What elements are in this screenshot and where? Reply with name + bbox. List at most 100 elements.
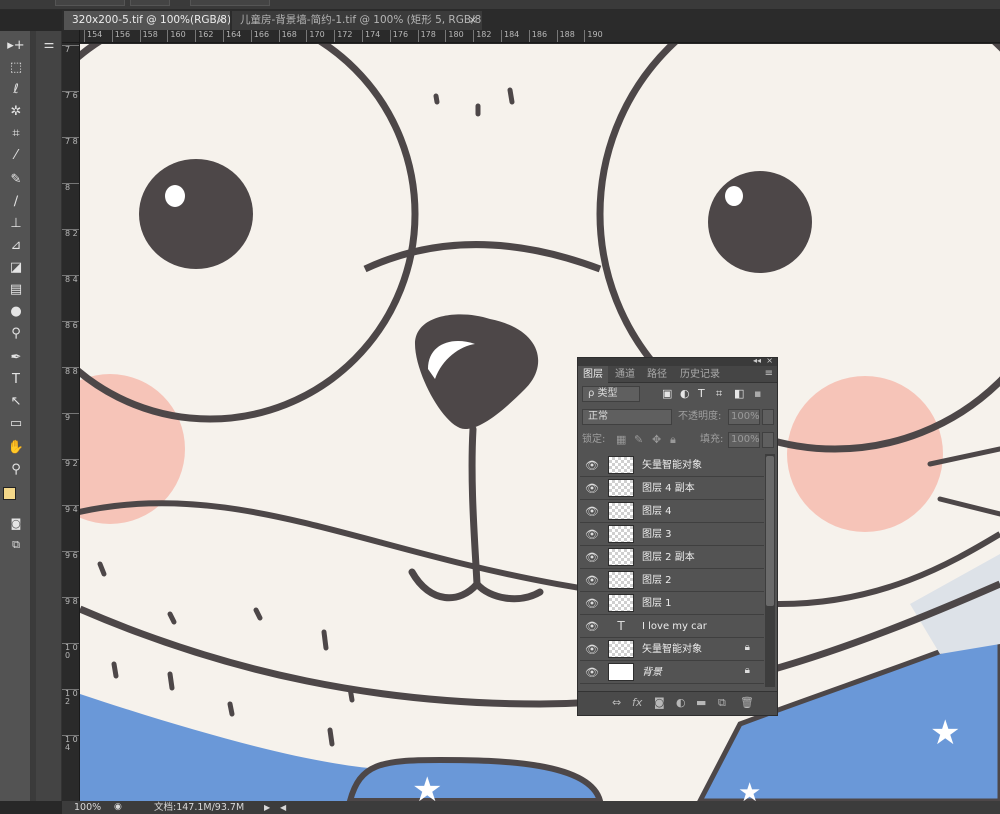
filter-adjustment-icon[interactable]: ◐: [680, 387, 690, 400]
layer-row[interactable]: 👁︎ 图层 4 副本: [580, 477, 764, 500]
hand-icon[interactable]: ✋: [3, 437, 29, 457]
folder-icon[interactable]: ▬: [696, 696, 706, 709]
visibility-eye-icon[interactable]: 👁︎: [585, 528, 599, 541]
scarf-star: ★: [412, 770, 442, 801]
status-arrow-icon[interactable]: ▶: [264, 801, 270, 814]
adjustment-icon[interactable]: ◐: [676, 696, 686, 709]
screen-mode-icon[interactable]: ⧉: [3, 535, 29, 555]
blend-mode-select[interactable]: 正常: [582, 409, 672, 425]
magic-wand-icon[interactable]: ✲: [3, 101, 29, 121]
close-icon[interactable]: ×: [766, 356, 773, 365]
ruler-tick-label: 172: [334, 30, 352, 42]
zoom-icon[interactable]: ⚲: [3, 459, 29, 479]
path-select-icon[interactable]: ↖: [3, 391, 29, 411]
tab-paths[interactable]: 路径: [642, 366, 672, 383]
link-icon[interactable]: ⇔: [612, 696, 621, 709]
scrollbar-thumb[interactable]: [766, 456, 774, 606]
visibility-eye-icon[interactable]: 👁︎: [585, 459, 599, 472]
move-icon[interactable]: ▸+: [3, 35, 29, 55]
pen-icon[interactable]: ✒: [3, 347, 29, 367]
ruler-origin[interactable]: [62, 30, 80, 43]
new-layer-icon[interactable]: ⧉: [718, 696, 726, 710]
opacity-dropdown-icon[interactable]: [762, 409, 774, 425]
opacity-label: 不透明度:: [678, 411, 722, 422]
layer-row[interactable]: 👁︎ 矢量智能对象 🔒︎: [580, 638, 764, 661]
blur-icon[interactable]: ●: [3, 301, 29, 321]
panel-menu-icon[interactable]: ≡: [765, 368, 773, 379]
tab-document-2[interactable]: 儿童房-背景墙-简约-1.tif @ 100% (矩形 5, RGB/8) * …: [232, 11, 482, 30]
trash-icon[interactable]: 🗑︎: [740, 696, 754, 709]
document-canvas[interactable]: ★ ★ ★: [80, 44, 1000, 801]
options-dropdown[interactable]: [55, 0, 125, 6]
tab-layers[interactable]: 图层: [578, 366, 608, 383]
layer-row[interactable]: 👁︎ 图层 1: [580, 592, 764, 615]
layer-row[interactable]: 👁︎ 图层 2: [580, 569, 764, 592]
visibility-eye-icon[interactable]: 👁︎: [585, 666, 599, 679]
close-icon[interactable]: ×: [217, 11, 225, 30]
dodge-icon[interactable]: ⚲: [3, 323, 29, 343]
filter-image-icon[interactable]: ▣: [662, 387, 672, 400]
horizontal-ruler[interactable]: 154 156 158 160 162 164 166 168 170 172 174 176 178 1…: [80, 30, 1000, 43]
layer-row[interactable]: 👁︎ 图层 2 副本: [580, 546, 764, 569]
quick-mask-icon[interactable]: ◙: [3, 513, 29, 533]
layer-row[interactable]: 👁︎ 背景 🔒︎: [580, 661, 764, 684]
clone-stamp-icon[interactable]: ⊥: [3, 213, 29, 233]
visibility-eye-icon[interactable]: 👁︎: [585, 597, 599, 610]
lock-pixels-icon[interactable]: ✎: [634, 433, 643, 446]
healing-brush-icon[interactable]: ✎: [3, 169, 29, 189]
panel-footer: ⇔ fx ◙ ◐ ▬ ⧉ 🗑︎: [578, 691, 777, 715]
opacity-field[interactable]: 100%: [728, 409, 760, 425]
visibility-eye-icon[interactable]: 👁︎: [585, 574, 599, 587]
fill-dropdown-icon[interactable]: [762, 432, 774, 448]
lock-position-icon[interactable]: ✥: [652, 433, 661, 446]
status-menu-icon[interactable]: ◉: [114, 801, 122, 814]
brush-icon[interactable]: ∕: [3, 191, 29, 211]
lasso-icon[interactable]: ℓ: [3, 79, 29, 99]
properties-icon[interactable]: ⚌: [39, 35, 59, 53]
fx-icon[interactable]: fx: [632, 696, 642, 709]
options-checkbox[interactable]: [190, 0, 270, 6]
options-bar: [0, 0, 1000, 10]
ruler-tick-label: 8 8: [62, 367, 79, 376]
filter-smart-object-icon[interactable]: ◧: [734, 387, 744, 400]
eyedropper-icon[interactable]: ⁄: [3, 145, 29, 165]
lock-all-icon[interactable]: 🔒︎: [670, 433, 676, 447]
visibility-eye-icon[interactable]: 👁︎: [585, 620, 599, 633]
blend-mode-value: 正常: [588, 411, 608, 422]
vertical-ruler[interactable]: 7 7 6 7 8 8 8 2 8 4 8 6 8 8 9 9 2 9 4 9 6 9 8 1 0 0 1 …: [62, 43, 80, 801]
shape-icon[interactable]: ▭: [3, 413, 29, 433]
mask-icon[interactable]: ◙: [654, 696, 665, 709]
close-icon[interactable]: ×: [469, 11, 477, 30]
options-dropdown[interactable]: [130, 0, 170, 6]
layer-list-scrollbar[interactable]: [765, 454, 775, 687]
tab-document-1[interactable]: 320x200-5.tif @ 100%(RGB/8) ×: [64, 11, 230, 30]
gradient-icon[interactable]: ▤: [3, 279, 29, 299]
tab-channels[interactable]: 通道: [610, 366, 640, 383]
collapse-icon[interactable]: ◂◂: [753, 356, 761, 365]
eraser-icon[interactable]: ◪: [3, 257, 29, 277]
filter-type-icon[interactable]: T: [698, 387, 705, 400]
marquee-icon[interactable]: ⬚: [3, 57, 29, 77]
history-brush-icon[interactable]: ⊿: [3, 235, 29, 255]
layer-row[interactable]: 👁︎ 图层 4: [580, 500, 764, 523]
type-icon[interactable]: T: [3, 369, 29, 389]
zoom-level[interactable]: 100%: [74, 801, 101, 814]
crop-icon[interactable]: ⌗: [3, 123, 29, 143]
visibility-eye-icon[interactable]: 👁︎: [585, 482, 599, 495]
layer-row[interactable]: 👁︎ 矢量智能对象: [580, 454, 764, 477]
lock-transparent-icon[interactable]: ▦: [616, 433, 626, 446]
foreground-color-swatch[interactable]: [3, 487, 16, 500]
layer-row[interactable]: 👁︎ 图层 3: [580, 523, 764, 546]
visibility-eye-icon[interactable]: 👁︎: [585, 643, 599, 656]
layer-row[interactable]: 👁︎ T I love my car: [580, 615, 764, 638]
fill-field[interactable]: 100%: [728, 432, 760, 448]
scarf-star: ★: [930, 713, 960, 753]
visibility-eye-icon[interactable]: 👁︎: [585, 551, 599, 564]
filter-kind-select[interactable]: ρ 类型: [582, 386, 640, 402]
tab-history[interactable]: 历史记录: [674, 366, 726, 383]
filter-toggle-icon[interactable]: ▪: [754, 387, 761, 400]
visibility-eye-icon[interactable]: 👁︎: [585, 505, 599, 518]
philtrum: [468, 425, 481, 588]
filter-shape-icon[interactable]: ⌗: [716, 387, 722, 401]
scroll-left-icon[interactable]: ◀: [280, 801, 286, 814]
